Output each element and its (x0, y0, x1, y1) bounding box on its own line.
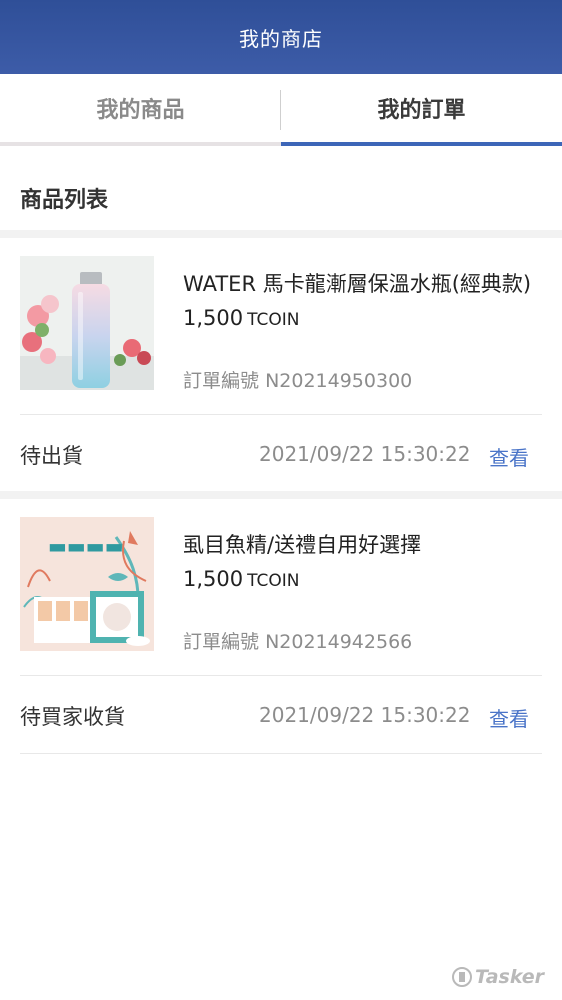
card-gap (0, 230, 562, 238)
product-image-fish-essence[interactable]: ▬▬▬▬ (20, 517, 154, 651)
card-divider (20, 675, 542, 676)
card-bottom-divider (20, 753, 542, 754)
tab-bar: 我的商品 我的訂單 (0, 74, 562, 146)
tab-my-products[interactable]: 我的商品 (0, 74, 281, 142)
section-title: 商品列表 (20, 188, 109, 213)
order-status: 待買家收貨 (20, 705, 125, 729)
order-number-label: 訂單編號 (183, 370, 260, 392)
product-name[interactable]: WATER 馬卡龍漸層保溫水瓶(經典款) (183, 268, 543, 298)
product-price: 1,500 TCOIN (183, 567, 300, 591)
water-bottle-product-image (20, 256, 154, 390)
product-image-water-bottle[interactable] (20, 256, 154, 390)
product-name[interactable]: 虱目魚精/送禮自用好選擇 (183, 529, 543, 559)
order-datetime: 2021/09/22 15:30:22 (259, 442, 471, 466)
order-number-value: N20214942566 (265, 631, 413, 653)
price-unit: TCOIN (247, 310, 300, 330)
order-number: 訂單編號 N20214942566 (183, 627, 412, 654)
tab-underline-active (281, 142, 562, 146)
tab-my-orders[interactable]: 我的訂單 (281, 74, 562, 142)
tasker-watermark: Tasker (452, 966, 544, 988)
tasker-logo-icon (452, 967, 472, 987)
price-amount: 1,500 (183, 306, 244, 330)
fish-essence-product-image: ▬▬▬▬ (20, 517, 154, 651)
view-order-link[interactable]: 查看 (489, 703, 529, 732)
order-datetime: 2021/09/22 15:30:22 (259, 703, 471, 727)
card-gap (0, 491, 562, 499)
app-header: 我的商店 (0, 0, 562, 74)
order-card: WATER 馬卡龍漸層保溫水瓶(經典款) 1,500 TCOIN 訂單編號 N20… (0, 238, 562, 494)
view-order-link[interactable]: 查看 (489, 442, 529, 471)
order-number: 訂單編號 N20214950300 (183, 366, 412, 393)
watermark-text: Tasker (475, 966, 545, 988)
price-unit: TCOIN (247, 571, 300, 591)
order-number-label: 訂單編號 (183, 631, 260, 653)
order-status: 待出貨 (20, 444, 83, 468)
order-number-value: N20214950300 (265, 370, 413, 392)
header-title: 我的商店 (239, 26, 323, 51)
order-card: ▬▬▬▬ 虱目魚精/送禮自用好選擇 1,500 TCOIN 訂單編號 N20214… (0, 499, 562, 759)
card-divider (20, 414, 542, 415)
product-price: 1,500 TCOIN (183, 306, 300, 330)
svg-text:▬▬▬▬: ▬▬▬▬ (48, 534, 124, 558)
price-amount: 1,500 (183, 567, 244, 591)
tab-underline-inactive (0, 142, 281, 146)
